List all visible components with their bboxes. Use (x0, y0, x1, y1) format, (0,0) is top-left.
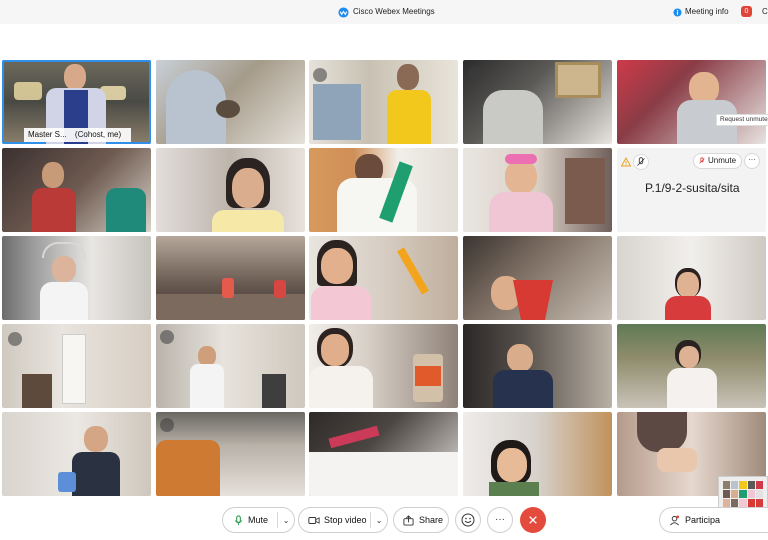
participants-button[interactable]: Participa (659, 507, 768, 533)
video-tile[interactable] (2, 148, 151, 232)
video-tile[interactable] (617, 60, 766, 144)
video-tile[interactable] (463, 412, 612, 496)
video-options-chevron-icon[interactable]: ⌄ (371, 516, 387, 525)
video-tile[interactable] (156, 60, 305, 144)
pin-icon[interactable] (313, 68, 327, 82)
video-tile[interactable] (617, 324, 766, 408)
notification-badge[interactable]: 0 (741, 6, 752, 17)
video-tile[interactable] (309, 236, 458, 320)
more-options-button[interactable]: ··· (487, 507, 513, 533)
video-tile[interactable] (2, 236, 151, 320)
video-tile[interactable] (156, 324, 305, 408)
video-tile[interactable] (156, 148, 305, 232)
tooltip: Request unmute (716, 114, 768, 126)
pin-icon[interactable] (469, 66, 483, 80)
video-control: Stop video ⌄ (298, 507, 388, 533)
leave-meeting-button[interactable] (520, 507, 546, 533)
video-tile[interactable] (463, 236, 612, 320)
reactions-button[interactable] (455, 507, 481, 533)
pin-icon[interactable] (160, 418, 174, 432)
mute-button[interactable]: Mute (223, 508, 277, 532)
webex-logo-icon (338, 6, 349, 18)
close-icon (529, 516, 537, 524)
participants-label: Participa (685, 515, 721, 525)
more-options-button[interactable]: ··· (744, 153, 760, 169)
audio-only-tile[interactable]: Unmute ··· P.1/9-2-susita/sita (617, 148, 766, 232)
video-tile[interactable] (309, 148, 458, 232)
video-tile[interactable] (309, 60, 458, 144)
stop-video-label: Stop video (324, 515, 367, 525)
title-bar: Cisco Webex Meetings Meeting info 0 C (0, 0, 768, 24)
share-button[interactable]: Share (393, 507, 449, 533)
self-name: Master S... (28, 130, 67, 139)
unmute-button[interactable]: Unmute (693, 153, 743, 169)
video-tile[interactable] (156, 236, 305, 320)
microphone-icon (234, 514, 243, 525)
video-tile[interactable] (309, 412, 458, 496)
video-tile[interactable] (309, 324, 458, 408)
video-tile-self[interactable]: Master S... (Cohost, me) (2, 60, 151, 144)
mic-muted-icon[interactable] (633, 154, 649, 170)
video-tile[interactable] (617, 236, 766, 320)
mic-slash-icon (699, 157, 705, 164)
video-tile[interactable] (463, 60, 612, 144)
stop-video-button[interactable]: Stop video (299, 508, 370, 532)
video-tile[interactable] (463, 324, 612, 408)
smiley-icon (461, 513, 475, 527)
meeting-info-button[interactable]: Meeting info (673, 6, 729, 18)
meeting-info-label: Meeting info (685, 7, 729, 16)
video-tile[interactable] (2, 324, 151, 408)
pin-icon[interactable] (160, 330, 174, 344)
person-icon (670, 514, 680, 525)
video-camera-icon (308, 516, 320, 524)
self-name-label: Master S... (Cohost, me) (24, 128, 132, 142)
window-title: Cisco Webex Meetings (338, 6, 435, 18)
video-grid: Master S... (Cohost, me) Unmute ··· P.1/… (0, 58, 768, 498)
video-tile[interactable] (463, 148, 612, 232)
meeting-controls-bar: Mute ⌄ Stop video ⌄ Share ··· Participa (0, 503, 768, 537)
mute-options-chevron-icon[interactable]: ⌄ (278, 516, 294, 525)
window-title-text: Cisco Webex Meetings (353, 7, 435, 16)
participant-name: P.1/9-2-susita/sita (645, 181, 740, 195)
mute-label: Mute (248, 515, 269, 525)
share-icon (403, 514, 414, 526)
cropped-menu-text: C (762, 7, 768, 16)
ellipsis-icon: ··· (495, 514, 505, 525)
unmute-label: Unmute (708, 156, 737, 165)
share-label: Share (419, 515, 444, 525)
self-role: (Cohost, me) (74, 130, 122, 139)
webex-meeting-window: Cisco Webex Meetings Meeting info 0 C Ma… (0, 0, 768, 540)
mute-control: Mute ⌄ (222, 507, 295, 533)
info-icon (673, 7, 682, 17)
video-tile[interactable] (2, 412, 151, 496)
pin-icon[interactable] (8, 332, 22, 346)
video-tile[interactable] (156, 412, 305, 496)
warning-icon (621, 157, 631, 167)
